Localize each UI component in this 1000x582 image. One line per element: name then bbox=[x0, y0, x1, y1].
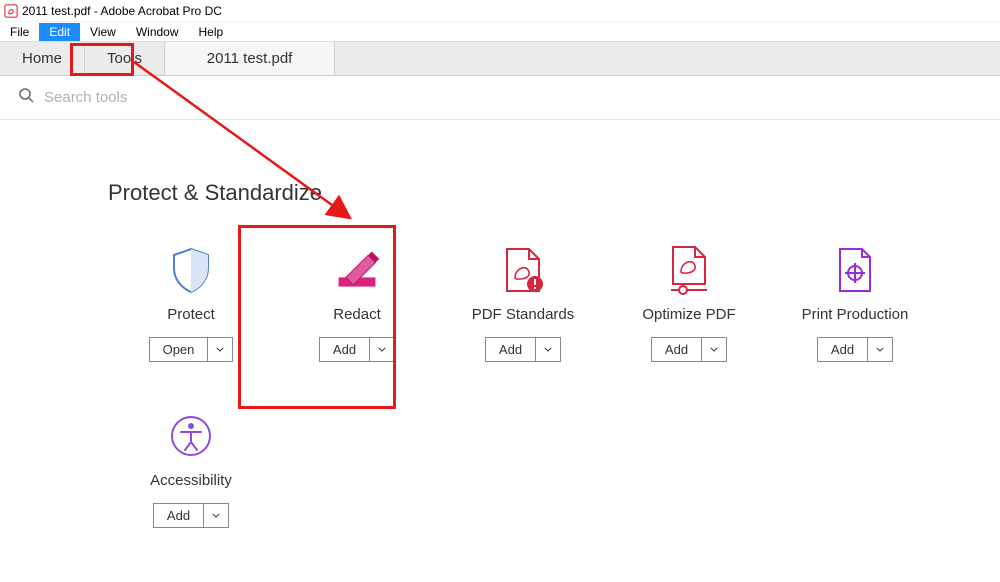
chevron-down-icon bbox=[212, 513, 220, 518]
tool-label-pdfstandards: PDF Standards bbox=[472, 306, 575, 323]
tools-search-bar bbox=[0, 76, 1000, 120]
tool-label-redact: Redact bbox=[333, 306, 381, 323]
tab-bar: Home Tools 2011 test.pdf bbox=[0, 42, 1000, 76]
menu-edit[interactable]: Edit bbox=[39, 23, 80, 41]
tool-button-group-pdfstandards: Add bbox=[485, 337, 561, 362]
chevron-down-icon bbox=[378, 347, 386, 352]
menu-view[interactable]: View bbox=[80, 23, 126, 41]
tool-card-accessibility[interactable]: Accessibility Add bbox=[108, 412, 274, 528]
optimize-pdf-icon bbox=[665, 246, 713, 294]
tool-label-protect: Protect bbox=[167, 306, 215, 323]
open-button-protect[interactable]: Open bbox=[149, 337, 209, 362]
tool-button-group-protect: Open bbox=[149, 337, 234, 362]
tools-panel: Protect & Standardize Protect Open bbox=[0, 120, 1000, 558]
tool-card-protect[interactable]: Protect Open bbox=[108, 246, 274, 362]
menu-window[interactable]: Window bbox=[126, 23, 189, 41]
add-button-accessibility[interactable]: Add bbox=[153, 503, 204, 528]
search-input[interactable] bbox=[44, 89, 444, 106]
dropdown-button-optimize[interactable] bbox=[702, 337, 727, 362]
window-title: 2011 test.pdf - Adobe Acrobat Pro DC bbox=[22, 4, 222, 18]
tool-label-accessibility: Accessibility bbox=[150, 472, 232, 489]
tool-button-group-accessibility: Add bbox=[153, 503, 229, 528]
accessibility-icon bbox=[167, 412, 215, 460]
tool-grid: Protect Open Redact Add bbox=[108, 246, 1000, 558]
add-button-printprod[interactable]: Add bbox=[817, 337, 868, 362]
add-button-redact[interactable]: Add bbox=[319, 337, 370, 362]
dropdown-button-accessibility[interactable] bbox=[204, 503, 229, 528]
tool-label-optimize: Optimize PDF bbox=[642, 306, 735, 323]
shield-icon bbox=[167, 246, 215, 294]
tab-home[interactable]: Home bbox=[0, 42, 85, 75]
section-title: Protect & Standardize bbox=[108, 180, 1000, 206]
menu-help[interactable]: Help bbox=[189, 23, 234, 41]
chevron-down-icon bbox=[544, 347, 552, 352]
pdf-standards-icon bbox=[499, 246, 547, 294]
tool-button-group-redact: Add bbox=[319, 337, 395, 362]
chevron-down-icon bbox=[876, 347, 884, 352]
menu-bar: File Edit View Window Help bbox=[0, 22, 1000, 42]
tool-button-group-printprod: Add bbox=[817, 337, 893, 362]
print-production-icon bbox=[831, 246, 879, 294]
chevron-down-icon bbox=[216, 347, 224, 352]
add-button-optimize[interactable]: Add bbox=[651, 337, 702, 362]
redact-icon bbox=[333, 246, 381, 294]
menu-file[interactable]: File bbox=[0, 23, 39, 41]
window-titlebar: 2011 test.pdf - Adobe Acrobat Pro DC bbox=[0, 0, 1000, 22]
tool-label-printprod: Print Production bbox=[802, 306, 909, 323]
dropdown-button-printprod[interactable] bbox=[868, 337, 893, 362]
tool-card-redact[interactable]: Redact Add bbox=[274, 246, 440, 362]
tab-tools[interactable]: Tools bbox=[85, 42, 165, 75]
tab-document[interactable]: 2011 test.pdf bbox=[165, 42, 335, 75]
search-icon bbox=[18, 87, 34, 108]
tool-card-printprod[interactable]: Print Production Add bbox=[772, 246, 938, 362]
chevron-down-icon bbox=[710, 347, 718, 352]
tool-button-group-optimize: Add bbox=[651, 337, 727, 362]
dropdown-button-pdfstandards[interactable] bbox=[536, 337, 561, 362]
add-button-pdfstandards[interactable]: Add bbox=[485, 337, 536, 362]
acrobat-app-icon bbox=[4, 4, 18, 18]
dropdown-button-protect[interactable] bbox=[208, 337, 233, 362]
dropdown-button-redact[interactable] bbox=[370, 337, 395, 362]
tool-card-pdfstandards[interactable]: PDF Standards Add bbox=[440, 246, 606, 362]
tool-card-optimize[interactable]: Optimize PDF Add bbox=[606, 246, 772, 362]
